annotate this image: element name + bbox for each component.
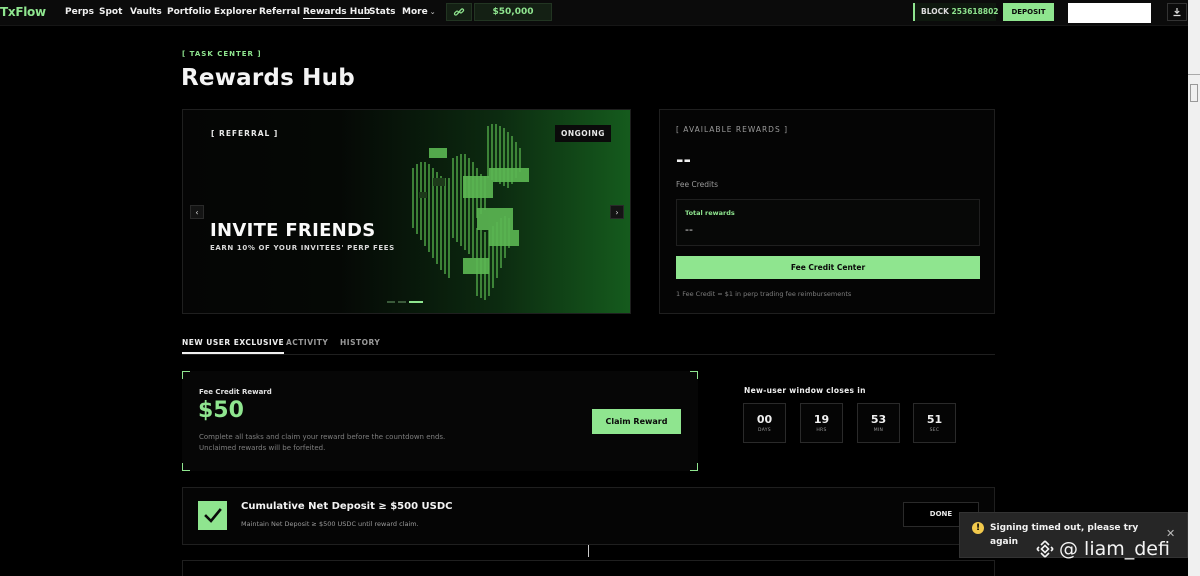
block-number: 253618802 — [951, 7, 999, 16]
nav-item-vaults[interactable]: Vaults — [130, 7, 162, 17]
nav-item-rewards-hub[interactable]: Rewards Hub — [303, 7, 371, 19]
nav-item-explorer[interactable]: Explorer — [214, 7, 257, 17]
countdown-hours: 19 HRS — [800, 403, 843, 443]
fee-reward-label: Fee Credit Reward — [199, 388, 272, 396]
account-field[interactable] — [1068, 3, 1151, 23]
rewards-tabs: NEW USER EXCLUSIVE ACTIVITY HISTORY — [182, 333, 995, 355]
carousel-prev-button[interactable]: ‹ — [190, 205, 204, 219]
fee-credit-center-button[interactable]: Fee Credit Center — [676, 256, 980, 279]
watermark: @ liam_defi — [1035, 538, 1170, 560]
corner-bracket — [690, 371, 698, 379]
pixel-art-illustration — [412, 124, 529, 300]
fee-credit-reward-card: Fee Credit Reward $50 Complete all tasks… — [182, 371, 698, 471]
page-eyebrow: [ TASK CENTER ] — [182, 50, 262, 58]
text-cursor — [588, 545, 589, 557]
block-label: BLOCK — [921, 7, 949, 16]
page-title: Rewards Hub — [181, 65, 355, 91]
logo[interactable]: TxFlow — [0, 5, 46, 19]
claim-reward-button[interactable]: Claim Reward — [592, 409, 681, 434]
fee-desc-line-2: Unclaimed rewards will be forfeited. — [199, 444, 326, 452]
tab-new-user-exclusive[interactable]: NEW USER EXCLUSIVE — [182, 338, 285, 354]
rewards-value: -- — [676, 150, 691, 171]
task-row — [182, 560, 995, 576]
chevron-down-icon: ⌄ — [429, 8, 436, 16]
nav-item-spot[interactable]: Spot — [99, 7, 122, 17]
download-button[interactable] — [1167, 3, 1187, 21]
task-description: Maintain Net Deposit ≥ $500 USDC until r… — [241, 520, 419, 528]
fee-desc-line-1: Complete all tasks and claim your reward… — [199, 433, 446, 441]
countdown-minutes-unit: MIN — [873, 428, 884, 433]
total-rewards-value: -- — [685, 223, 693, 236]
nav-more-label: More — [402, 7, 428, 17]
available-rewards-panel: [ AVAILABLE REWARDS ] -- Fee Credits Tot… — [659, 109, 995, 314]
deposit-button[interactable]: DEPOSIT — [1003, 3, 1054, 21]
total-rewards-box: Total rewards -- — [676, 199, 980, 246]
binance-logo-icon — [1036, 540, 1054, 558]
task-row: Cumulative Net Deposit ≥ $500 USDC Maint… — [182, 487, 995, 545]
scrollbar-divider — [1188, 74, 1200, 75]
rewards-unit-label: Fee Credits — [676, 180, 718, 189]
carousel-dot-active[interactable] — [409, 301, 423, 303]
balance-display[interactable]: $50,000 — [474, 3, 552, 21]
watermark-text: @ liam_defi — [1059, 538, 1170, 560]
rewards-note: 1 Fee Credit = $1 in perp trading fee re… — [676, 290, 852, 298]
corner-bracket — [690, 463, 698, 471]
countdown-days-unit: DAYS — [758, 428, 771, 433]
nav-item-stats[interactable]: Stats — [369, 7, 396, 17]
countdown-minutes-value: 53 — [870, 413, 887, 426]
download-icon — [1173, 8, 1181, 17]
countdown-hours-value: 19 — [813, 413, 830, 426]
task-title: Cumulative Net Deposit ≥ $500 USDC — [241, 501, 453, 512]
chevron-right-icon: › — [615, 207, 619, 217]
banner-tag: [ REFERRAL ] — [211, 129, 279, 138]
fee-reward-amount: $50 — [198, 398, 244, 423]
block-indicator: BLOCK 253618802 — [913, 3, 999, 21]
countdown-days-value: 00 — [756, 413, 773, 426]
carousel-next-button[interactable]: › — [610, 205, 624, 219]
countdown-seconds-value: 51 — [926, 413, 943, 426]
countdown-minutes: 53 MIN — [857, 403, 900, 443]
top-nav: TxFlow Perps Spot Vaults Portfolio Explo… — [0, 0, 1188, 26]
warning-icon: ! — [972, 522, 984, 534]
countdown-seconds: 51 SEC — [913, 403, 956, 443]
nav-item-perps[interactable]: Perps — [65, 7, 94, 17]
status-badge: ONGOING — [555, 125, 611, 142]
carousel-dot[interactable] — [387, 301, 395, 303]
corner-bracket — [182, 371, 190, 379]
link-wallet-button[interactable] — [446, 3, 472, 21]
banner-subtitle: EARN 10% OF YOUR INVITEES' PERP FEES — [210, 244, 395, 252]
countdown-title: New-user window closes in — [744, 386, 866, 395]
tab-history[interactable]: HISTORY — [340, 338, 380, 347]
nav-item-portfolio[interactable]: Portfolio — [167, 7, 211, 17]
countdown-hours-unit: HRS — [816, 428, 827, 433]
link-icon — [453, 8, 465, 16]
banner-title: INVITE FRIENDS — [210, 220, 376, 241]
task-status — [198, 501, 227, 530]
nav-item-referral[interactable]: Referral — [259, 7, 300, 17]
chevron-left-icon: ‹ — [195, 207, 199, 217]
rewards-tag: [ AVAILABLE REWARDS ] — [676, 125, 789, 134]
scrollbar-thumb[interactable] — [1190, 84, 1198, 102]
checkmark-icon — [203, 507, 222, 523]
carousel-dot[interactable] — [398, 301, 406, 303]
tab-activity[interactable]: ACTIVITY — [286, 338, 328, 347]
nav-item-more[interactable]: More ⌄ — [402, 7, 436, 17]
corner-bracket — [182, 463, 190, 471]
fee-reward-description: Complete all tasks and claim your reward… — [199, 432, 529, 454]
scrollbar[interactable] — [1188, 0, 1200, 576]
countdown-seconds-unit: SEC — [929, 428, 940, 433]
total-rewards-label: Total rewards — [685, 209, 735, 217]
carousel-indicator — [387, 301, 423, 303]
countdown-days: 00 DAYS — [743, 403, 786, 443]
referral-banner[interactable]: [ REFERRAL ] ONGOING INVITE FRIENDS EARN… — [182, 109, 631, 314]
